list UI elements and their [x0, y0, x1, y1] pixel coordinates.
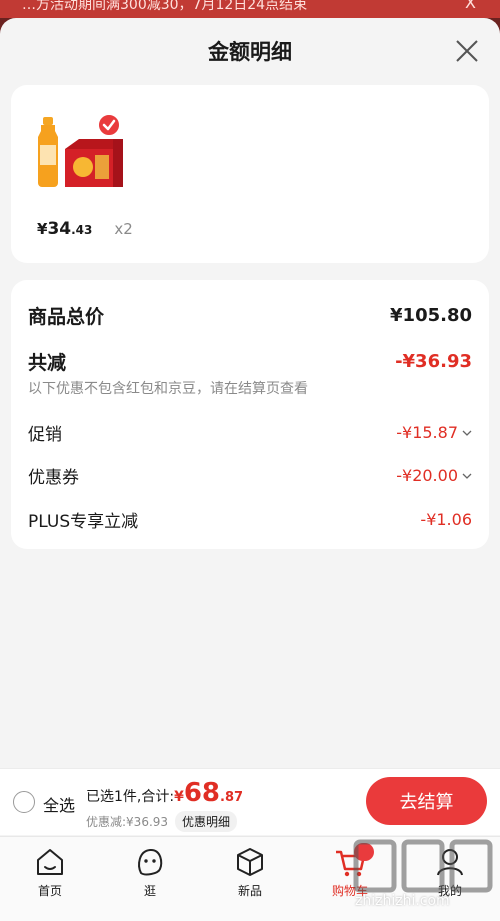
selected-count-text: 已选1件,合计: — [86, 789, 175, 805]
box-icon — [237, 848, 263, 876]
tab-cart[interactable]: 购物车 — [320, 843, 380, 899]
chevron-down-icon — [462, 473, 472, 479]
close-button[interactable] — [454, 38, 480, 64]
total-integer: 68 — [183, 778, 221, 808]
total-price-row: 商品总价 ¥105.80 — [28, 302, 472, 329]
plus-discount-row: PLUS专享立减 -¥1.06 — [28, 507, 472, 532]
promo-close-icon[interactable]: X — [465, 0, 476, 11]
order-summary: 已选1件,合计: ¥ 68 .87 — [86, 778, 244, 808]
plus-discount-value: -¥1.06 — [420, 510, 472, 529]
tab-home-label: 首页 — [37, 884, 62, 898]
total-price-label: 商品总价 — [28, 306, 105, 328]
total-symbol: ¥ — [174, 789, 184, 805]
promo-banner: …方活动期间满300减30，7月12日24点结束 X — [0, 0, 500, 18]
total-reduce-label: 共减 — [28, 352, 67, 374]
discount-line: 优惠减:¥36.93 优惠明细 — [86, 811, 238, 832]
check-icon — [102, 119, 116, 131]
tab-stroll[interactable]: 逛 — [120, 845, 180, 899]
home-icon — [37, 849, 63, 875]
discount-text: 优惠减:¥36.93 — [86, 815, 169, 829]
tab-new[interactable]: 新品 — [220, 845, 280, 899]
tab-stroll-label: 逛 — [143, 884, 156, 898]
tab-profile[interactable]: 我的 — [420, 845, 480, 899]
plus-discount-label: PLUS专享立减 — [28, 512, 139, 532]
product-price: ¥ 34 .43 x2 — [37, 219, 133, 239]
coupon-row[interactable]: 优惠券 -¥20.00 — [28, 463, 472, 488]
price-symbol: ¥ — [37, 220, 48, 238]
promotion-value: -¥15.87 — [396, 423, 458, 442]
price-decimal: .43 — [71, 223, 93, 237]
checkout-bar: 全选 已选1件,合计: ¥ 68 .87 优惠减:¥36.93 优惠明细 去结算 — [0, 768, 500, 835]
chevron-down-icon — [462, 430, 472, 436]
coupon-value-group: -¥20.00 — [396, 466, 472, 485]
price-detail-card: 商品总价 ¥105.80 共减 -¥36.93 以下优惠不包含红包和京豆，请在结… — [11, 280, 489, 549]
reduce-note: 以下优惠不包含红包和京豆，请在结算页查看 — [28, 381, 308, 397]
tab-home[interactable]: 首页 — [20, 845, 80, 899]
stroll-icon — [138, 849, 163, 876]
sheet-title: 金额明细 — [208, 40, 292, 64]
sheet-header: 金额明细 — [0, 18, 500, 84]
select-all-checkbox[interactable] — [13, 791, 35, 813]
product-quantity: x2 — [114, 220, 133, 238]
select-all-label[interactable]: 全选 — [43, 792, 75, 816]
item-selected-check[interactable] — [97, 113, 121, 137]
price-integer: 34 — [47, 219, 72, 239]
promo-banner-text: …方活动期间满300减30，7月12日24点结束 — [22, 0, 308, 13]
total-reduce-row: 共减 -¥36.93 — [28, 348, 472, 375]
coupon-label: 优惠券 — [28, 468, 79, 488]
promotion-label: 促销 — [28, 425, 62, 445]
checkout-button[interactable]: 去结算 — [366, 777, 487, 825]
total-price-value: ¥105.80 — [390, 305, 472, 326]
discount-detail-button[interactable]: 优惠明细 — [175, 811, 238, 832]
total-decimal: .87 — [220, 790, 244, 805]
close-icon — [456, 40, 478, 62]
total-reduce-value: -¥36.93 — [395, 351, 472, 372]
watermark-text: zhizhizhi.com — [355, 893, 450, 909]
promotion-row[interactable]: 促销 -¥15.87 — [28, 420, 472, 445]
coupon-value: -¥20.00 — [396, 466, 458, 485]
promotion-value-group: -¥15.87 — [396, 423, 472, 442]
profile-icon — [437, 849, 463, 876]
cart-badge — [354, 843, 374, 861]
product-card: ¥ 34 .43 x2 — [11, 85, 489, 263]
tab-new-label: 新品 — [237, 884, 262, 898]
